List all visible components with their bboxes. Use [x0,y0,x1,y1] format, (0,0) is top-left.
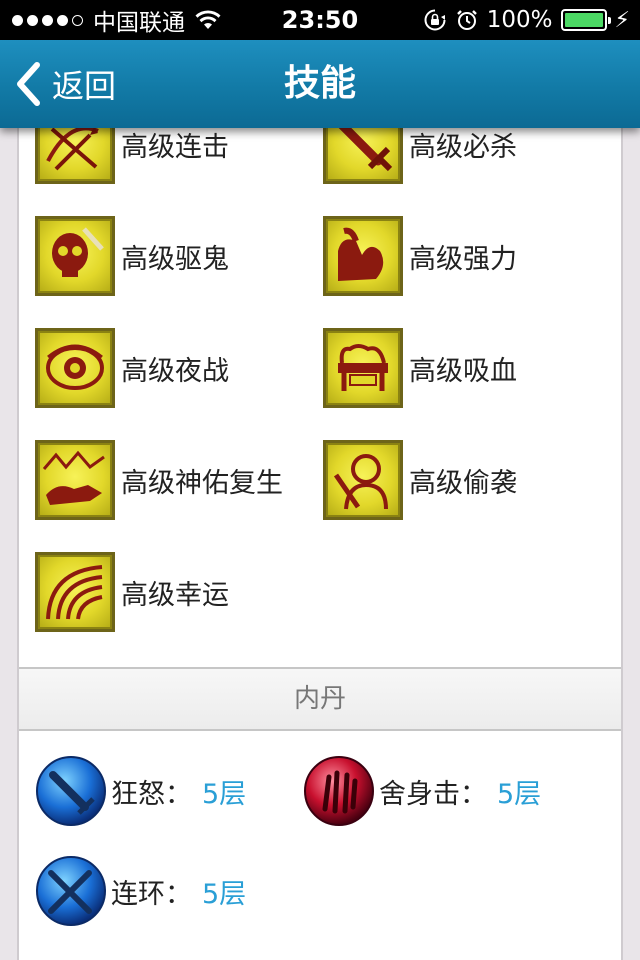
skill-item[interactable]: 高级必杀 [323,128,517,184]
inner-dan-level: 5层 [202,778,247,810]
inner-dan-item[interactable]: 舍身击： 5层 [303,755,541,827]
inner-dan-level: 5层 [202,878,247,910]
blue-crossed-swords-orb-icon [35,855,107,927]
skill-item[interactable]: 高级强力 [323,216,517,296]
eye-icon [35,328,115,408]
inner-dan-list: 狂怒： 5层 舍身击： 5层 连环： 5层 [19,731,621,960]
skill-item[interactable]: 高级连击 [35,128,229,184]
alarm-icon [456,10,477,30]
skill-name: 高级强力 [409,243,517,275]
inner-dan-name: 连环 [111,878,165,910]
skull-icon [35,216,115,296]
navigation-bar: 返回 技能 [0,40,640,128]
section-header-inner-dan: 内丹 [19,667,621,731]
status-bar-right: 100% ⚡ [423,0,630,40]
skill-item[interactable]: 高级驱鬼 [35,216,229,296]
skill-name: 高级幸运 [121,579,229,611]
blue-sword-orb-icon [35,755,107,827]
colon: ： [165,878,192,910]
status-bar: 中国联通 23:50 100% ⚡ [0,0,640,40]
sword-icon [323,128,403,184]
hooded-figure-icon [323,440,403,520]
skill-name: 高级偷袭 [409,467,517,499]
beast-landscape-icon [35,440,115,520]
charging-icon: ⚡ [614,7,630,33]
bloody-altar-icon [323,328,403,408]
skill-name: 高级连击 [121,131,229,163]
inner-dan-level: 5层 [497,778,542,810]
inner-dan-name: 舍身击 [379,778,460,810]
skill-name: 高级夜战 [121,355,229,387]
colon: ： [165,778,192,810]
skill-name: 高级神佑复生 [121,467,283,499]
inner-dan-item[interactable]: 狂怒： 5层 [35,755,246,827]
flexed-arm-icon [323,216,403,296]
inner-dan-item[interactable]: 连环： 5层 [35,855,246,927]
skills-card: 高级连击 高级必杀 高级驱鬼 高级强力 高级夜战 高级吸血 高级神佑复生 高级偷… [17,128,623,960]
skill-list: 高级连击 高级必杀 高级驱鬼 高级强力 高级夜战 高级吸血 高级神佑复生 高级偷… [19,128,621,668]
red-claw-orb-icon [303,755,375,827]
skill-name: 高级驱鬼 [121,243,229,275]
battery-icon [560,9,611,31]
skill-name: 高级吸血 [409,355,517,387]
skill-item[interactable]: 高级偷袭 [323,440,517,520]
skill-name: 高级必杀 [409,131,517,163]
rainbow-icon [35,552,115,632]
back-button[interactable]: 返回 [14,58,116,110]
battery-percentage: 100% [486,7,553,33]
skill-item[interactable]: 高级幸运 [35,552,229,632]
skill-item[interactable]: 高级吸血 [323,328,517,408]
back-button-label: 返回 [52,67,117,105]
inner-dan-name: 狂怒 [111,778,165,810]
chevron-left-icon [17,62,40,106]
colon: ： [460,778,487,810]
crossed-arrows-icon [35,128,115,184]
skill-item[interactable]: 高级神佑复生 [35,440,283,520]
rotation-lock-icon [424,9,446,31]
skill-item[interactable]: 高级夜战 [35,328,229,408]
